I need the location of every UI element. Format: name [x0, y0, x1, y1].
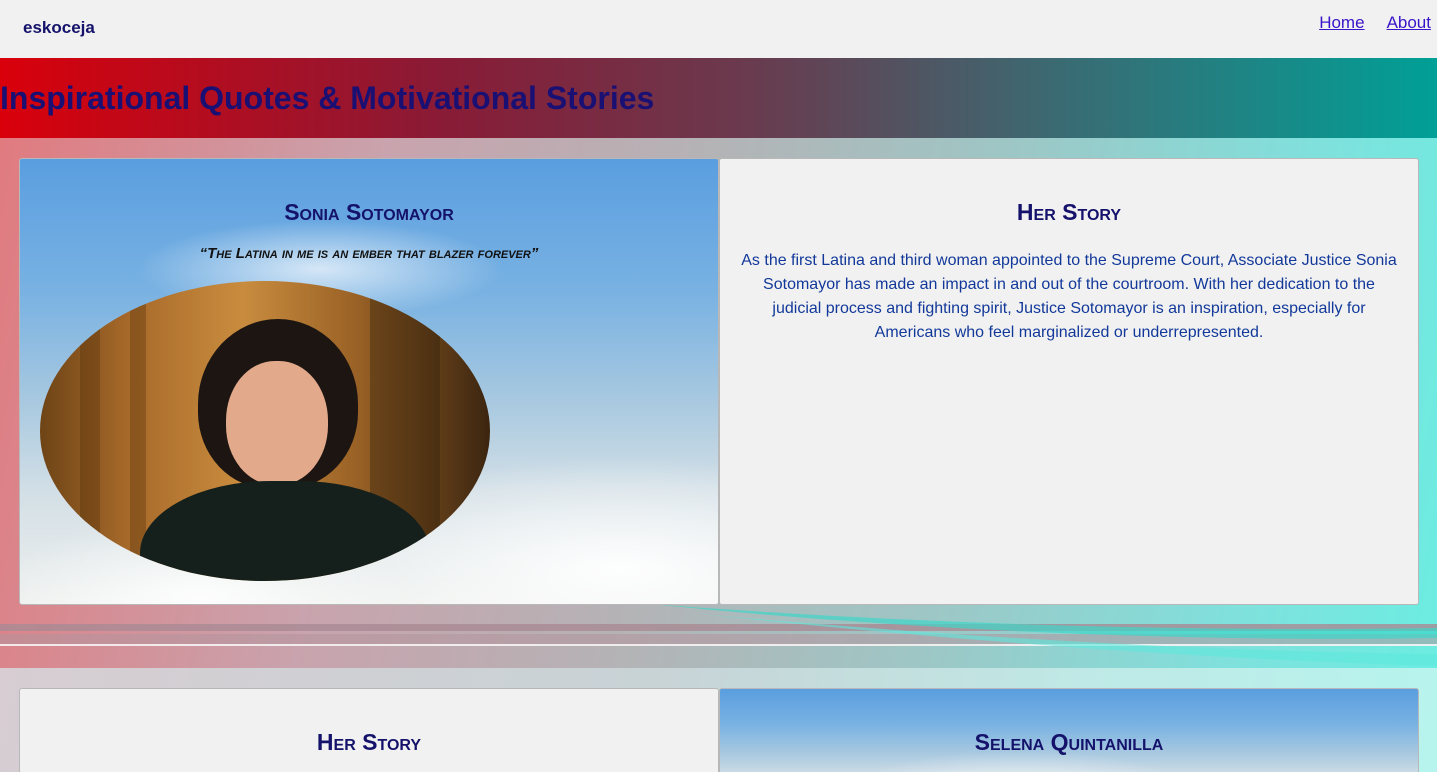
person-quote: “The Latina in me is an ember that blaze…: [199, 245, 539, 262]
nav-link-about[interactable]: About: [1387, 13, 1431, 33]
story-card-sotomayor: Her Story As the first Latina and third …: [719, 158, 1419, 605]
profile-card-quintanilla: Selena Quintanilla: [719, 688, 1419, 772]
nav-links: Home About: [1319, 13, 1431, 33]
story-title: Her Story: [1016, 199, 1122, 225]
site-brand[interactable]: eskoceja: [23, 18, 95, 38]
wave-divider: [0, 604, 1437, 666]
header-banner: Inspirational Quotes & Motivational Stor…: [0, 58, 1437, 138]
portrait-image: [40, 281, 490, 581]
profile-card-sotomayor: Sonia Sotomayor “The Latina in me is an …: [19, 158, 719, 605]
story-text: As the first Latina and third woman appo…: [741, 252, 1397, 341]
page-title: Inspirational Quotes & Motivational Stor…: [0, 80, 655, 116]
top-navbar: eskoceja Home About: [0, 0, 1437, 58]
content-area: Sonia Sotomayor “The Latina in me is an …: [0, 138, 1437, 772]
nav-link-home[interactable]: Home: [1319, 13, 1364, 33]
person-name: Sonia Sotomayor: [284, 199, 454, 225]
story-card-quintanilla: Her Story: [19, 688, 719, 772]
person-name: Selena Quintanilla: [974, 729, 1164, 755]
story-title: Her Story: [316, 729, 422, 755]
